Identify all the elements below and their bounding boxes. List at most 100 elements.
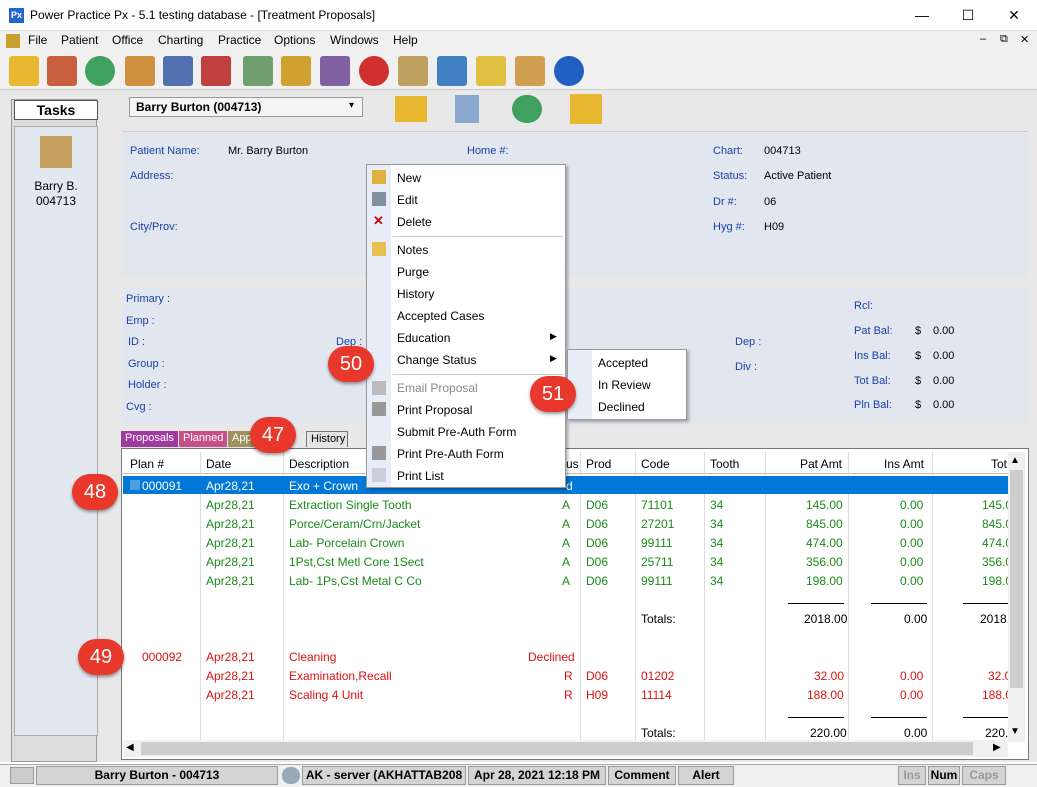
menu-item-history[interactable]: History xyxy=(397,287,434,301)
row-status: A xyxy=(562,536,571,550)
menu-item-new[interactable]: New xyxy=(397,171,421,185)
row-prod: D06 xyxy=(586,669,609,683)
scroll-right-icon[interactable]: ▶ xyxy=(993,742,1001,753)
total-rule xyxy=(788,717,844,718)
scroll-left-icon[interactable]: ◀ xyxy=(126,742,134,753)
document-icon[interactable] xyxy=(398,56,428,86)
chart-edit-icon[interactable] xyxy=(40,136,72,168)
pat-bal-label: Pat Bal: xyxy=(854,325,893,337)
submenu-item-in-review[interactable]: In Review xyxy=(598,378,651,392)
menu-item-email-proposal[interactable]: Email Proposal xyxy=(397,381,478,395)
col-tooth[interactable]: Tooth xyxy=(710,457,739,471)
status-value: Active Patient xyxy=(764,170,832,182)
write-icon[interactable] xyxy=(515,56,545,86)
edit-chart-icon[interactable] xyxy=(125,56,155,86)
vertical-scroll-thumb[interactable] xyxy=(1010,470,1023,688)
horizontal-scroll-thumb[interactable] xyxy=(141,742,973,755)
mdi-close-button[interactable]: ✕ xyxy=(1020,33,1029,46)
status-comment[interactable]: Comment xyxy=(608,766,676,785)
mdi-minimize-button[interactable]: – xyxy=(980,33,986,45)
app-icon: Px xyxy=(9,8,24,23)
menu-item-print-proposal[interactable]: Print Proposal xyxy=(397,403,472,417)
hyg-label: Hyg #: xyxy=(713,221,745,233)
col-divider xyxy=(932,452,933,744)
menu-charting[interactable]: Charting xyxy=(158,33,203,47)
tot-bal-value: 0.00 xyxy=(933,375,955,387)
plan-number[interactable]: 000091 xyxy=(142,479,182,493)
col-date[interactable]: Date xyxy=(206,457,231,471)
open-folder-icon[interactable] xyxy=(395,96,427,122)
col-code[interactable]: Code xyxy=(641,457,670,471)
scroll-up-icon[interactable]: ▲ xyxy=(1010,455,1020,466)
edi-icon[interactable] xyxy=(320,56,350,86)
notes-icon[interactable] xyxy=(476,56,506,86)
minimize-button[interactable]: — xyxy=(899,0,945,31)
cvg-label: Cvg : xyxy=(126,401,152,413)
task-patient-chart[interactable]: 004713 xyxy=(14,194,98,208)
status-label: Status: xyxy=(713,170,748,182)
chevron-down-icon[interactable]: ▾ xyxy=(349,100,354,111)
camera-icon[interactable] xyxy=(10,767,34,784)
row-pat-amt: 845.00 xyxy=(806,517,843,531)
folder-docs-icon[interactable] xyxy=(570,94,602,124)
close-button[interactable]: ✕ xyxy=(991,0,1037,31)
book-icon[interactable] xyxy=(163,56,193,86)
menu-windows[interactable]: Windows xyxy=(330,33,379,47)
col-ins-amt[interactable]: Ins Amt xyxy=(884,457,924,471)
menu-practice[interactable]: Practice xyxy=(218,33,261,47)
menu-item-purge[interactable]: Purge xyxy=(397,265,429,279)
col-tot[interactable]: Tot xyxy=(991,457,1007,471)
rcl-label: Rcl: xyxy=(854,300,873,312)
tab-planned[interactable]: Planned xyxy=(179,431,227,447)
report-icon[interactable] xyxy=(243,56,273,86)
submenu-item-accepted[interactable]: Accepted xyxy=(598,356,648,370)
menu-patient[interactable]: Patient xyxy=(61,33,98,47)
help-icon[interactable] xyxy=(554,56,584,86)
plan-description: Exo + Crown xyxy=(289,479,359,493)
col-plan[interactable]: Plan # xyxy=(130,457,164,471)
menu-item-notes[interactable]: Notes xyxy=(397,243,428,257)
menu-item-submit-preauth[interactable]: Submit Pre-Auth Form xyxy=(397,425,516,439)
submenu-item-declined[interactable]: Declined xyxy=(598,400,645,414)
calendar-icon[interactable] xyxy=(201,56,231,86)
menu-item-accepted-cases[interactable]: Accepted Cases xyxy=(397,309,484,323)
tab-proposals[interactable]: Proposals xyxy=(121,431,178,447)
col-description[interactable]: Description xyxy=(289,457,349,471)
patient-name-label: Patient Name: xyxy=(130,145,200,157)
refresh-icon[interactable] xyxy=(85,56,115,86)
status-alert[interactable]: Alert xyxy=(678,766,734,785)
open-folder-icon[interactable] xyxy=(9,56,39,86)
mdi-restore-button[interactable]: ⧉ xyxy=(1000,33,1008,46)
menu-item-education[interactable]: Education xyxy=(397,331,450,345)
menu-item-print-list[interactable]: Print List xyxy=(397,469,444,483)
menu-item-change-status[interactable]: Change Status xyxy=(397,353,476,367)
col-pat-amt[interactable]: Pat Amt xyxy=(800,457,842,471)
maximize-button[interactable]: ☐ xyxy=(945,0,991,31)
patient-card-icon[interactable] xyxy=(455,95,479,123)
chart-value: 004713 xyxy=(764,145,801,157)
package-icon[interactable] xyxy=(281,56,311,86)
stop-icon[interactable] xyxy=(359,56,389,86)
home-phone-label: Home #: xyxy=(467,145,509,157)
menu-options[interactable]: Options xyxy=(274,33,315,47)
task-patient-name[interactable]: Barry B. xyxy=(14,179,98,193)
tab-history[interactable]: History xyxy=(306,431,348,447)
bottle-icon[interactable] xyxy=(437,56,467,86)
menu-office[interactable]: Office xyxy=(112,33,143,47)
refresh-icon[interactable] xyxy=(512,95,542,123)
menu-help[interactable]: Help xyxy=(393,33,418,47)
menu-file[interactable]: File xyxy=(28,33,47,47)
menu-item-print-preauth[interactable]: Print Pre-Auth Form xyxy=(397,447,504,461)
plan-number[interactable]: 000092 xyxy=(142,650,182,664)
col-prod[interactable]: Prod xyxy=(586,457,611,471)
col-status[interactable]: us xyxy=(566,457,579,471)
patient-selector[interactable]: Barry Burton (004713) xyxy=(129,97,363,117)
menu-item-delete[interactable]: Delete xyxy=(397,215,432,229)
col-divider xyxy=(200,452,201,744)
patients-icon[interactable] xyxy=(47,56,77,86)
row-prod: D06 xyxy=(586,555,609,569)
dr-label: Dr #: xyxy=(713,196,737,208)
scroll-down-icon[interactable]: ▼ xyxy=(1010,726,1020,737)
row-code: 71101 xyxy=(641,498,674,512)
menu-item-edit[interactable]: Edit xyxy=(397,193,418,207)
